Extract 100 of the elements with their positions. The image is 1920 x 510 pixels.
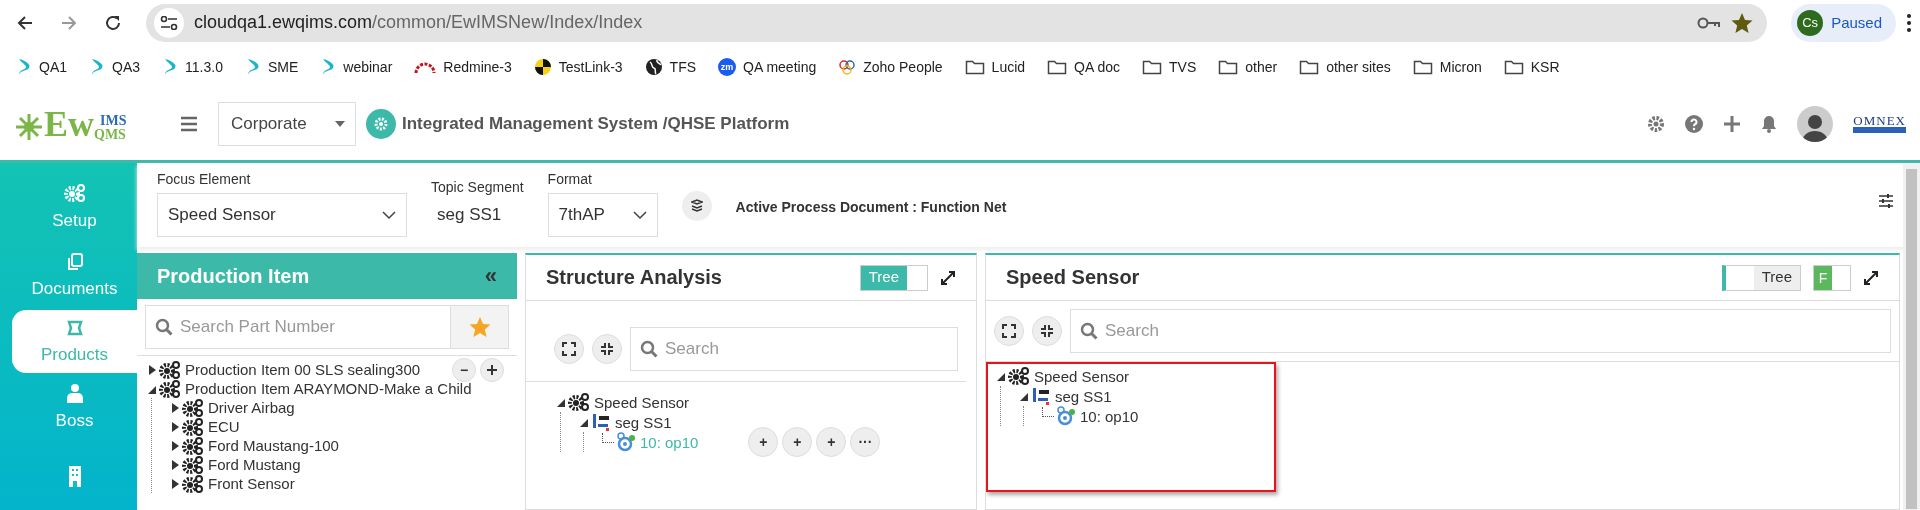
sliders-icon[interactable] bbox=[1878, 193, 1894, 209]
tree-item[interactable]: ECU bbox=[206, 418, 242, 435]
cog-icon bbox=[1056, 406, 1076, 426]
address-bar[interactable]: cloudqa1.ewqims.com/common/EwIMSNew/Index/Index bbox=[146, 3, 1768, 42]
layers-icon bbox=[690, 199, 703, 213]
collapse-all-button[interactable] bbox=[1032, 316, 1062, 346]
search-icon bbox=[1080, 322, 1098, 340]
bookmark[interactable]: 11.3.0 bbox=[162, 57, 223, 76]
back-icon[interactable] bbox=[16, 13, 34, 32]
tree-item[interactable]: Speed Sensor bbox=[592, 393, 692, 411]
scrollbar-thumb[interactable] bbox=[1906, 169, 1917, 509]
person-icon bbox=[1802, 112, 1829, 142]
menu-icon[interactable] bbox=[180, 116, 198, 132]
action-button[interactable]: + bbox=[748, 427, 779, 457]
bell-icon[interactable] bbox=[1761, 115, 1778, 133]
search-field[interactable]: Search bbox=[1070, 309, 1891, 353]
bookmark[interactable]: Redmine-3 bbox=[414, 58, 512, 75]
bookmark[interactable]: TVS bbox=[1142, 58, 1197, 75]
collapse-all-button[interactable] bbox=[592, 334, 622, 364]
expand-arrow-icon[interactable] bbox=[170, 439, 180, 452]
search-field[interactable]: Search Part Number bbox=[145, 305, 451, 349]
leaf-icon bbox=[89, 57, 105, 76]
layers-button[interactable] bbox=[681, 191, 712, 221]
bookmark[interactable]: other sites bbox=[1299, 58, 1391, 75]
gears-icon bbox=[568, 392, 590, 412]
search-field[interactable]: Search bbox=[630, 327, 958, 371]
target-icon bbox=[533, 57, 552, 76]
logo-text: Ew bbox=[44, 106, 94, 142]
bookmark[interactable]: TestLink-3 bbox=[533, 57, 623, 76]
expand-arrow-icon[interactable] bbox=[170, 401, 180, 414]
expand-arrow-icon[interactable] bbox=[170, 458, 180, 471]
action-button[interactable]: + bbox=[782, 427, 813, 457]
tree-item[interactable]: 10: op10 bbox=[1078, 407, 1141, 425]
tree-item[interactable]: Production Item ARAYMOND-Make a Child bbox=[183, 380, 474, 397]
gear-icon bbox=[373, 116, 389, 132]
more-icon[interactable] bbox=[1906, 12, 1912, 33]
copy-icon bbox=[66, 252, 83, 271]
bookmark[interactable]: zm QA meeting bbox=[718, 57, 817, 76]
exit-fullscreen-icon bbox=[1040, 324, 1054, 338]
star-icon[interactable] bbox=[1731, 11, 1754, 34]
bookmark[interactable]: KSR bbox=[1503, 58, 1560, 75]
folder-icon bbox=[1503, 58, 1524, 75]
gears-icon bbox=[182, 473, 204, 494]
plus-icon[interactable] bbox=[1723, 115, 1742, 133]
tree-toggle[interactable]: Tree bbox=[1721, 264, 1801, 291]
expand-all-button[interactable] bbox=[994, 316, 1024, 346]
organization-select[interactable]: Corporate bbox=[218, 102, 356, 146]
folder-icon bbox=[1299, 58, 1320, 75]
format-select[interactable]: 7thAP bbox=[547, 193, 658, 237]
leaf-icon bbox=[16, 57, 32, 76]
expand-arrow-icon[interactable] bbox=[170, 420, 180, 433]
bookmark[interactable]: Lucid bbox=[964, 58, 1026, 75]
gears-icon bbox=[159, 359, 181, 380]
action-button[interactable]: ··· bbox=[850, 427, 881, 457]
exit-fullscreen-icon bbox=[600, 342, 614, 356]
tree-item[interactable]: Speed Sensor bbox=[1032, 367, 1132, 385]
avatar-initials: Cs bbox=[1797, 9, 1824, 36]
tree-item[interactable]: Ford Maustang-100 bbox=[206, 437, 341, 454]
profile-button[interactable]: Cs Paused bbox=[1791, 3, 1896, 42]
expand-icon[interactable] bbox=[940, 269, 956, 286]
forward-icon[interactable] bbox=[60, 13, 78, 32]
expand-all-button[interactable] bbox=[554, 334, 584, 364]
tree-item[interactable]: Front Sensor bbox=[206, 475, 297, 492]
collapse-button[interactable]: « bbox=[484, 263, 497, 289]
tree-item[interactable]: Driver Airbag bbox=[206, 399, 297, 416]
folder-icon bbox=[1412, 58, 1433, 75]
bookmark[interactable]: QA doc bbox=[1047, 58, 1120, 75]
tree-item[interactable]: seg SS1 bbox=[1053, 387, 1114, 405]
bookmark[interactable]: QA3 bbox=[89, 57, 141, 76]
bookmark[interactable]: TFS bbox=[644, 57, 697, 76]
tree-item[interactable]: seg SS1 bbox=[613, 413, 674, 431]
bookmark[interactable]: webinar bbox=[320, 57, 393, 76]
action-button[interactable]: − bbox=[452, 357, 477, 382]
segment-icon bbox=[1031, 386, 1051, 406]
focus-element-select[interactable]: Speed Sensor bbox=[157, 193, 407, 237]
gears-icon bbox=[1008, 366, 1030, 386]
url-text: cloudqa1.ewqims.com/common/EwIMSNew/Index/Index bbox=[194, 12, 644, 33]
reload-icon[interactable] bbox=[104, 13, 122, 32]
bookmark[interactable]: Zoho People bbox=[838, 57, 943, 76]
avatar-silhouette[interactable] bbox=[1797, 106, 1834, 142]
expand-arrow-icon[interactable] bbox=[147, 363, 157, 376]
action-button[interactable] bbox=[480, 357, 505, 382]
search-icon bbox=[640, 340, 658, 358]
key-icon[interactable] bbox=[1697, 15, 1722, 30]
bookmark[interactable]: SME bbox=[244, 57, 299, 76]
expand-icon[interactable] bbox=[1863, 269, 1879, 286]
bookmark[interactable]: QA1 bbox=[16, 57, 67, 76]
tune-icon bbox=[160, 15, 178, 30]
bookmark[interactable]: other bbox=[1218, 58, 1278, 75]
tree-item[interactable]: Ford Mustang bbox=[206, 456, 303, 473]
expand-arrow-icon[interactable] bbox=[170, 477, 180, 490]
action-button[interactable]: + bbox=[816, 427, 847, 457]
gears-icon bbox=[182, 397, 204, 418]
field-label: Focus Element bbox=[157, 171, 252, 187]
panel-title: Speed Sensor bbox=[1006, 266, 1140, 289]
snowflake-icon bbox=[14, 112, 44, 142]
bookmark[interactable]: Micron bbox=[1412, 58, 1482, 75]
settings-icon[interactable] bbox=[1647, 115, 1666, 133]
tree-item[interactable]: Production Item 00 SLS sealing300 bbox=[183, 361, 423, 378]
help-icon[interactable] bbox=[1685, 115, 1704, 133]
